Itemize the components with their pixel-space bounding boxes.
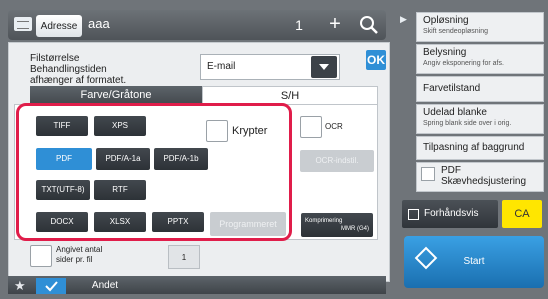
background-adjust-title: Tilpasning af baggrund bbox=[423, 142, 525, 153]
filesize-note-1: Behandlingstiden bbox=[30, 64, 107, 75]
filesize-title: Filstørrelse bbox=[30, 53, 80, 64]
ocr-checkbox[interactable] bbox=[300, 116, 322, 138]
compression-button[interactable]: Komprimering MMR (G4) bbox=[301, 213, 373, 237]
pages-per-file-label: Angivet antal sider pr. fil bbox=[56, 245, 102, 265]
add-destination-button[interactable]: + bbox=[322, 12, 348, 38]
format-highlight bbox=[16, 103, 292, 241]
compression-value: MMR (G4) bbox=[341, 226, 369, 232]
star-icon[interactable]: ★ bbox=[14, 278, 26, 294]
ocr-settings-button[interactable]: OCR-indstil. bbox=[300, 150, 374, 172]
ocr-label: OCR bbox=[325, 122, 343, 131]
check-icon[interactable] bbox=[36, 278, 66, 294]
skip-blank-title: Udelad blanke bbox=[423, 107, 487, 118]
resolution-title: Opløsning bbox=[423, 15, 469, 26]
exposure-title: Belysning bbox=[423, 47, 467, 58]
filesize-note-2: afhænger af formatet. bbox=[30, 75, 127, 86]
resolution-item[interactable]: Opløsning Skift sendeopløsning bbox=[416, 12, 544, 42]
filesize-label: Filstørrelse Behandlingstiden afhænger a… bbox=[30, 53, 126, 86]
skip-blank-item[interactable]: Udelad blanke Spring blank side over i o… bbox=[416, 104, 544, 134]
other-button[interactable]: Andet bbox=[72, 278, 138, 294]
destination-count: 1 bbox=[295, 17, 303, 33]
address-input[interactable]: aaa bbox=[88, 16, 110, 31]
chevron-down-icon[interactable] bbox=[311, 56, 337, 78]
exposure-sub: Angiv eksponering for afs. bbox=[423, 60, 504, 67]
search-icon[interactable] bbox=[356, 12, 382, 38]
preview-icon bbox=[408, 209, 419, 220]
pages-per-file-line-2: sider pr. fil bbox=[56, 255, 93, 264]
resolution-sub: Skift sendeopløsning bbox=[423, 28, 488, 35]
exposure-item[interactable]: Belysning Angiv eksponering for afs. bbox=[416, 44, 544, 74]
pdf-skew-checkbox[interactable] bbox=[421, 167, 435, 181]
background-adjust-item[interactable]: Tilpasning af baggrund bbox=[416, 136, 544, 160]
tab-bw[interactable]: S/H bbox=[202, 86, 378, 104]
pages-per-file-checkbox[interactable] bbox=[30, 245, 52, 267]
skip-blank-sub: Spring blank side over i orig. bbox=[423, 120, 512, 127]
collapse-arrow-icon[interactable]: ▶ bbox=[400, 14, 407, 25]
address-book-icon[interactable] bbox=[14, 17, 32, 31]
address-button[interactable]: Adresse bbox=[36, 15, 82, 37]
pages-per-file-line-1: Angivet antal bbox=[56, 245, 103, 254]
pdf-skew-sub: Skævhedsjustering bbox=[441, 176, 527, 187]
compression-label: Komprimering bbox=[305, 218, 343, 224]
pdf-skew-title: PDF bbox=[441, 165, 461, 176]
color-mode-title: Farvetilstand bbox=[423, 83, 481, 94]
pages-per-file-input[interactable]: 1 bbox=[168, 245, 200, 269]
tab-color-grayscale[interactable]: Farve/Gråtone bbox=[30, 86, 202, 104]
ok-button[interactable]: OK bbox=[366, 50, 386, 70]
ca-button[interactable]: CA bbox=[502, 200, 542, 228]
pdf-skew-item[interactable]: PDF Skævhedsjustering bbox=[416, 162, 544, 192]
color-mode-item[interactable]: Farvetilstand bbox=[416, 76, 544, 102]
